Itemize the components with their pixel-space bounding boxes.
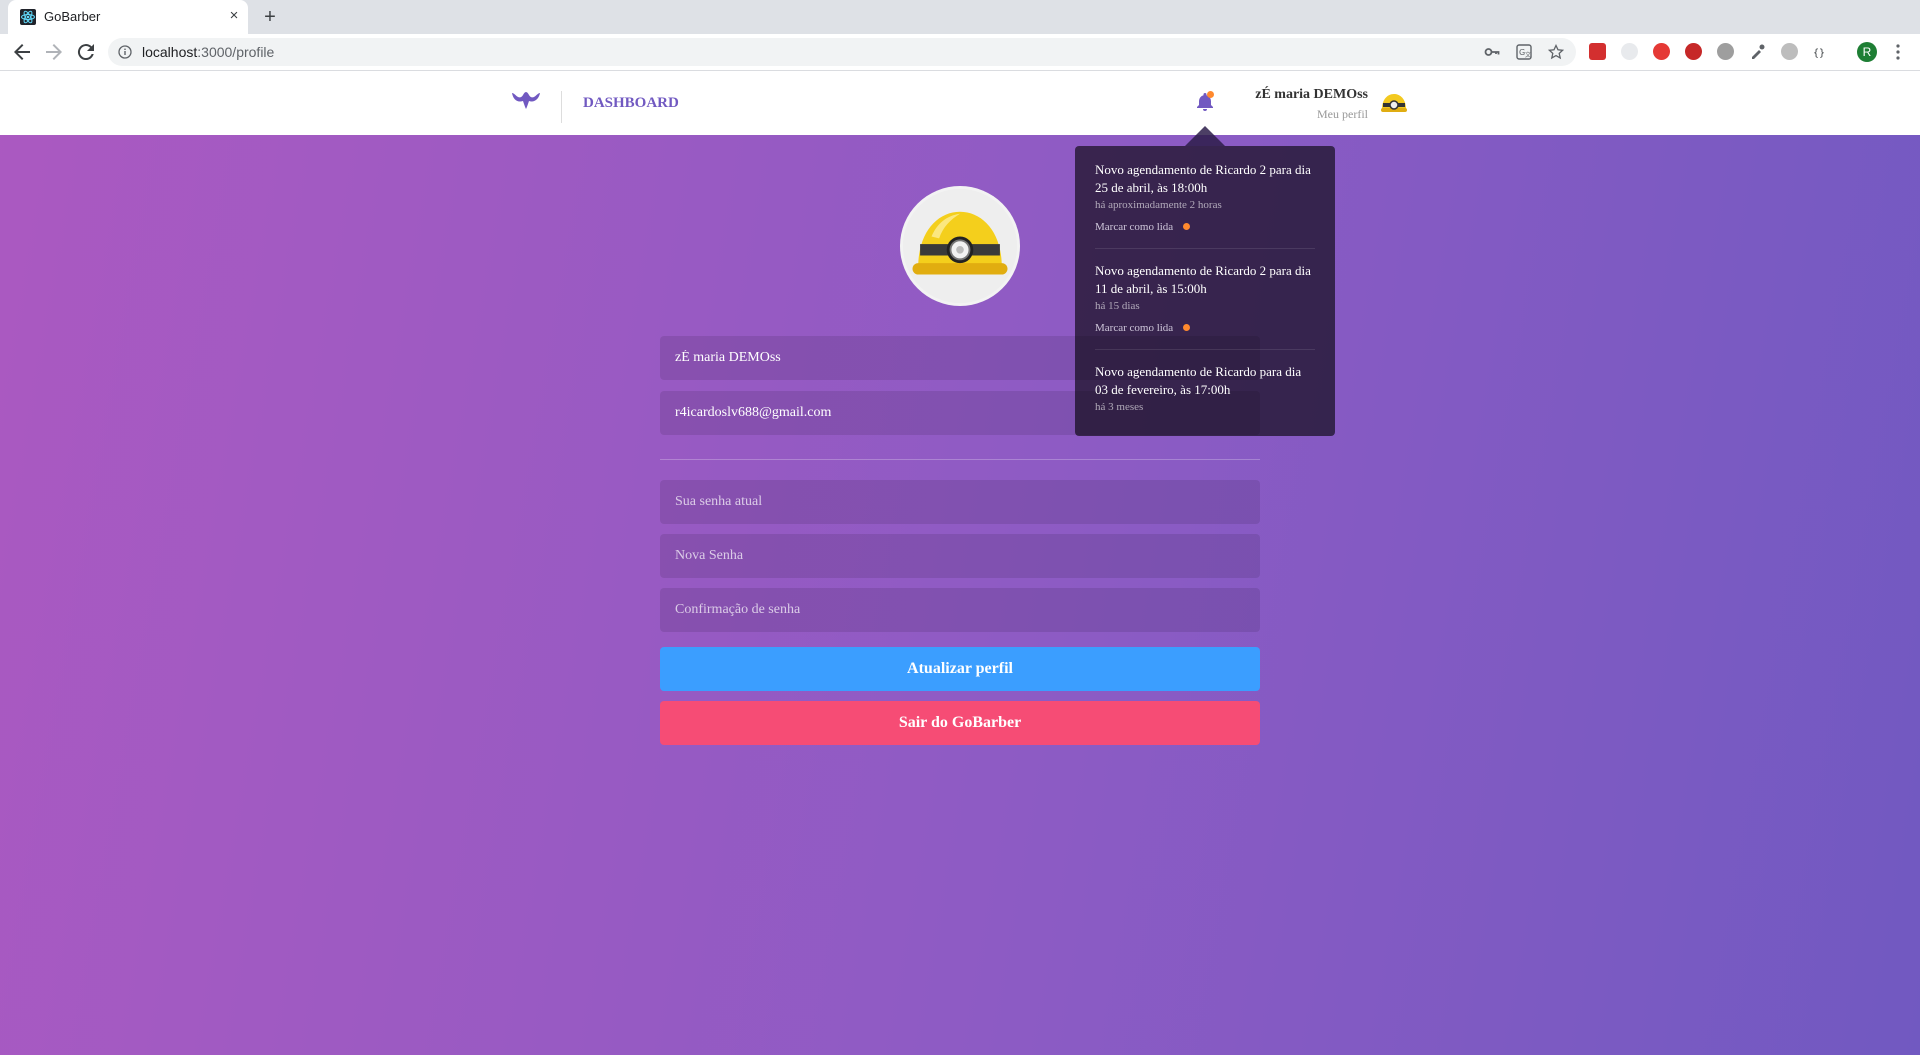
tab-title: GoBarber: [44, 9, 101, 24]
adblock-icon[interactable]: [1685, 43, 1702, 60]
new-tab-button[interactable]: +: [258, 6, 282, 30]
json-viewer-icon[interactable]: {}: [1813, 43, 1830, 60]
more-vert-icon[interactable]: [1892, 42, 1904, 62]
react-icon: [20, 9, 36, 25]
address-bar[interactable]: localhost:3000/profile: [108, 38, 1576, 66]
extension-gray-icon[interactable]: [1717, 43, 1734, 60]
key-icon[interactable]: [1484, 44, 1500, 60]
notification-text: Novo agendamento de Ricardo 2 para dia 1…: [1095, 263, 1311, 296]
notification-time: há 15 dias: [1095, 300, 1140, 312]
logout-button[interactable]: Sair do GoBarber: [660, 701, 1260, 745]
back-arrow-icon[interactable]: [10, 40, 34, 64]
browser-toolbar: localhost:3000/profile G文 {} R: [0, 34, 1920, 71]
new-password-field[interactable]: [660, 534, 1260, 578]
confirm-password-field[interactable]: [660, 588, 1260, 632]
app-page: DASHBOARD zÉ maria DEMOss Meu perfil zÉ …: [0, 71, 1920, 1055]
browser-tab[interactable]: GoBarber ×: [8, 0, 248, 34]
update-profile-button[interactable]: Atualizar perfil: [660, 647, 1260, 691]
notification-text: Novo agendamento de Ricardo 2 para dia 2…: [1095, 162, 1311, 195]
extension-block-icon[interactable]: [1653, 43, 1670, 60]
miner-helmet-icon: [903, 189, 1017, 303]
browser-profile-avatar[interactable]: R: [1857, 42, 1877, 62]
notification-item: Novo agendamento de Ricardo 2 para dia 1…: [1095, 262, 1315, 350]
unread-dot: [1183, 323, 1191, 331]
translate-icon[interactable]: G文: [1516, 44, 1532, 60]
notification-item: Novo agendamento de Ricardo 2 para dia 2…: [1095, 161, 1315, 249]
form-divider: [660, 459, 1260, 460]
extension-clock-icon[interactable]: [1621, 43, 1638, 60]
url-text[interactable]: localhost:3000/profile: [142, 44, 274, 60]
dashboard-link[interactable]: DASHBOARD: [583, 95, 679, 112]
info-icon[interactable]: [118, 45, 132, 59]
profile-avatar[interactable]: [900, 186, 1020, 306]
old-password-field[interactable]: [660, 480, 1260, 524]
notifications-popover: Novo agendamento de Ricardo 2 para dia 2…: [1075, 146, 1335, 436]
eyedropper-icon[interactable]: [1749, 43, 1766, 60]
profile-link[interactable]: Meu perfil: [1317, 107, 1368, 122]
header-divider: [561, 91, 562, 123]
unread-dot: [1183, 222, 1191, 230]
gobarber-logo-icon[interactable]: [510, 89, 542, 115]
mark-as-read-button[interactable]: Marcar como lida: [1095, 322, 1173, 334]
mark-as-read-button[interactable]: Marcar como lida: [1095, 221, 1173, 233]
unread-badge: [1207, 91, 1214, 98]
svg-text:{}: {}: [1813, 48, 1825, 59]
reload-icon[interactable]: [74, 40, 98, 64]
forward-arrow-icon[interactable]: [42, 40, 66, 64]
notification-time: há 3 meses: [1095, 401, 1144, 413]
notification-text: Novo agendamento de Ricardo para dia 03 …: [1095, 364, 1302, 397]
close-icon[interactable]: ×: [224, 6, 244, 26]
avatar[interactable]: [1379, 89, 1409, 119]
app-header: DASHBOARD zÉ maria DEMOss Meu perfil: [0, 71, 1920, 135]
notification-item: Novo agendamento de Ricardo para dia 03 …: [1095, 363, 1315, 426]
user-name: zÉ maria DEMOss: [1255, 87, 1368, 102]
browser-tabstrip: GoBarber × +: [0, 0, 1920, 34]
svg-text:文: 文: [1525, 51, 1531, 59]
extension-red-icon[interactable]: [1589, 43, 1606, 60]
extension-compass-icon[interactable]: [1781, 43, 1798, 60]
popover-arrow: [1185, 126, 1225, 146]
notification-time: há aproximadamente 2 horas: [1095, 199, 1222, 211]
star-icon[interactable]: [1548, 44, 1564, 60]
